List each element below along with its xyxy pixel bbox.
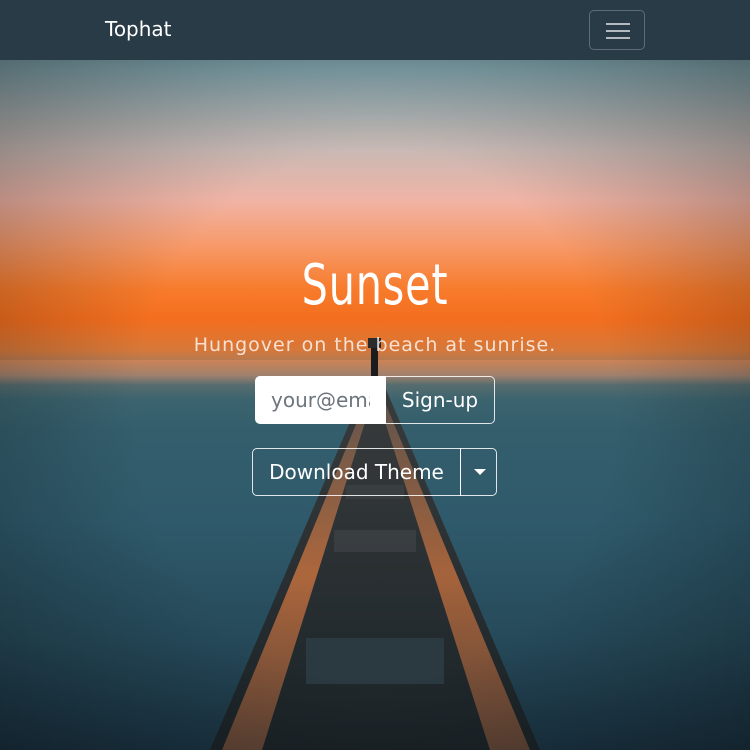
download-dropdown-toggle[interactable] [460,448,497,496]
hero-title: Sunset [301,253,449,318]
signup-button[interactable]: Sign-up [386,376,495,424]
hero-background [0,0,750,750]
hero-subtitle: Hungover on the beach at sunrise. [193,334,557,356]
brand-link[interactable]: Tophat [105,15,172,43]
vignette-overlay [0,0,750,750]
caret-down-icon [474,469,486,475]
signup-form: Sign-up [255,376,495,424]
navbar-toggler-button[interactable] [589,10,645,50]
email-input[interactable] [255,376,386,424]
download-button-group: Download Theme [252,448,497,496]
download-theme-button[interactable]: Download Theme [252,448,461,496]
navbar: Tophat [0,0,750,60]
